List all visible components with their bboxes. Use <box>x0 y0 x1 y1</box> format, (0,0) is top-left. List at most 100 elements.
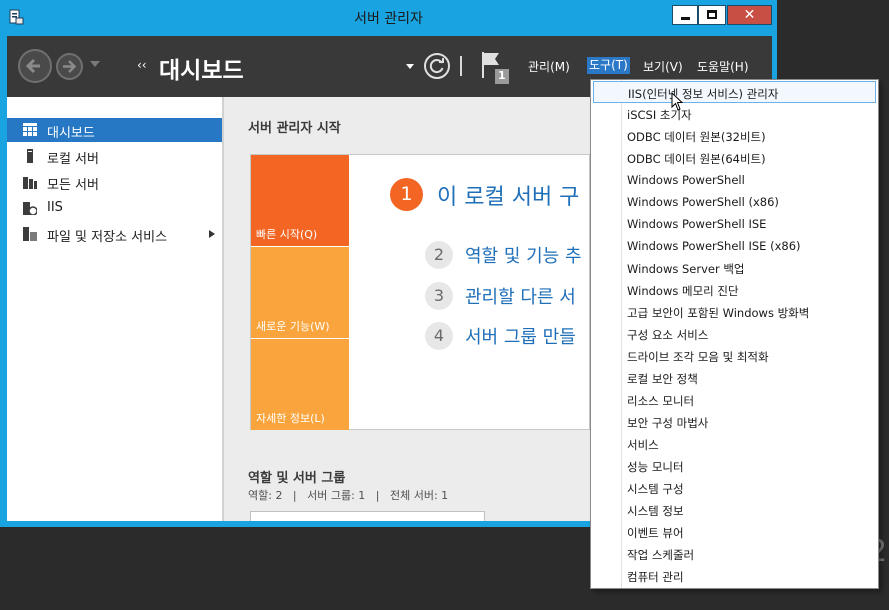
menu-item-label: 성능 모니터 <box>627 460 684 474</box>
tools-menu-item[interactable]: iSCSI 초기자 <box>593 103 876 125</box>
sidebar-item-local-server[interactable]: 로컬 서버 <box>7 144 222 168</box>
roles-groups-counts: 역할: 2 | 서버 그룹: 1 | 전체 서버: 1 <box>248 489 449 502</box>
sidebar-item-file-storage[interactable]: 파일 및 저장소 서비스 <box>7 222 222 246</box>
sidebar-item-iis[interactable]: IIS <box>7 196 222 220</box>
tools-menu-item[interactable]: 고급 보안이 포함된 Windows 방화벽 <box>593 301 876 323</box>
menu-item-label: 구성 요소 서비스 <box>627 328 709 342</box>
step-link-add-servers[interactable]: 관리할 다른 서 <box>465 283 576 309</box>
step-number-badge: 2 <box>425 241 453 269</box>
forward-button[interactable] <box>56 53 83 80</box>
minimize-button[interactable] <box>672 5 698 25</box>
tools-menu-item[interactable]: 이벤트 뷰어 <box>593 521 876 543</box>
tools-menu-item[interactable]: Windows PowerShell <box>593 169 876 191</box>
menu-item-label: 서비스 <box>627 438 659 452</box>
tools-menu-item[interactable]: 로컬 보안 정책 <box>593 367 876 389</box>
menu-item-label: 고급 보안이 포함된 Windows 방화벽 <box>627 306 810 320</box>
tools-menu-item[interactable]: ODBC 데이터 원본(64비트) <box>593 147 876 169</box>
menu-manage[interactable]: 관리(M) <box>528 58 570 75</box>
menu-item-label: ODBC 데이터 원본(64비트) <box>627 152 766 166</box>
sidebar-item-label: 파일 및 저장소 서비스 <box>47 230 168 245</box>
welcome-section-title: 서버 관리자 시작 <box>248 121 341 136</box>
tools-menu-item[interactable]: Windows PowerShell ISE (x86) <box>593 235 876 257</box>
menu-item-label: 드라이브 조각 모음 및 최적화 <box>627 350 769 364</box>
tools-menu-item[interactable]: 리소스 모니터 <box>593 389 876 411</box>
step-number-badge: 1 <box>390 178 423 211</box>
sidebar-item-label: 대시보드 <box>47 126 95 141</box>
tools-menu-item[interactable]: Windows 메모리 진단 <box>593 279 876 301</box>
tile-label: 새로운 기능(W) <box>256 320 330 333</box>
tools-menu-item[interactable]: 컴퓨터 관리 <box>593 565 876 587</box>
window-title: 서버 관리자 <box>354 11 423 27</box>
menu-item-label: Windows PowerShell ISE <box>627 217 767 231</box>
page-title: 대시보드 <box>159 58 244 84</box>
menu-item-label: 리소스 모니터 <box>627 394 695 408</box>
tile-label: 자세한 정보(L) <box>256 412 325 425</box>
mouse-cursor-icon <box>671 92 684 111</box>
tools-menu-item[interactable]: 작업 스케줄러 <box>593 543 876 565</box>
menu-item-label: 시스템 정보 <box>627 504 684 518</box>
tools-menu-item[interactable]: 시스템 구성 <box>593 477 876 499</box>
tools-menu-item[interactable]: 구성 요소 서비스 <box>593 323 876 345</box>
tile-label: 빠른 시작(Q) <box>256 228 318 241</box>
tools-menu-item[interactable]: 드라이브 조각 모음 및 최적화 <box>593 345 876 367</box>
expand-arrow-icon[interactable] <box>209 230 215 238</box>
all-servers-icon <box>23 177 37 189</box>
role-card[interactable] <box>250 511 485 521</box>
menu-item-label: ODBC 데이터 원본(32비트) <box>627 130 766 144</box>
quick-start-panel: 빠른 시작(Q) 새로운 기능(W) 자세한 정보(L) 1 이 로컬 서버 구… <box>250 154 590 430</box>
maximize-icon <box>707 10 717 19</box>
file-storage-icon <box>23 227 37 241</box>
forward-arrow-icon <box>63 60 77 73</box>
menu-item-label: 이벤트 뷰어 <box>627 526 684 540</box>
refresh-icon <box>429 58 444 74</box>
back-arrow-icon <box>25 58 40 74</box>
menu-tools[interactable]: 도구(T) <box>587 57 630 74</box>
menu-item-label: 시스템 구성 <box>627 482 684 496</box>
tools-menu-item[interactable]: 시스템 정보 <box>593 499 876 521</box>
menu-item-label: IIS(인터넷 정보 서비스) 관리자 <box>628 87 779 101</box>
sidebar-item-label: IIS <box>47 200 63 215</box>
tools-menu-item[interactable]: ODBC 데이터 원본(32비트) <box>593 125 876 147</box>
flag-icon <box>482 52 509 84</box>
step-number-badge: 3 <box>425 282 453 310</box>
close-icon: ✕ <box>743 7 756 23</box>
menu-view[interactable]: 보기(V) <box>643 58 683 75</box>
breadcrumb-dropdown-icon[interactable] <box>406 64 414 69</box>
sidebar: 대시보드 로컬 서버 모든 서버 IIS 파일 및 저장소 서비스 <box>7 97 222 521</box>
menu-item-label: Windows PowerShell (x86) <box>627 195 779 209</box>
tile-whats-new[interactable]: 새로운 기능(W) <box>251 247 349 338</box>
menu-item-label: Windows PowerShell <box>627 173 745 187</box>
back-button[interactable] <box>18 49 52 83</box>
notifications-button[interactable]: 1 <box>479 49 513 85</box>
menu-help[interactable]: 도움말(H) <box>697 58 749 75</box>
tile-learn-more[interactable]: 자세한 정보(L) <box>251 339 349 430</box>
roles-groups-title: 역할 및 서버 그룹 <box>248 471 346 486</box>
close-button[interactable]: ✕ <box>727 5 772 25</box>
refresh-button[interactable] <box>424 53 450 79</box>
tools-menu-item[interactable]: Windows Server 백업 <box>593 257 876 279</box>
notification-count-badge: 1 <box>498 69 506 82</box>
tools-menu-item[interactable]: Windows PowerShell (x86) <box>593 191 876 213</box>
tile-quick-start[interactable]: 빠른 시작(Q) <box>251 155 349 246</box>
menu-item-label: 보안 구성 마법사 <box>627 416 709 430</box>
menu-item-label: Windows PowerShell ISE (x86) <box>627 239 801 253</box>
history-dropdown-icon[interactable] <box>90 61 100 67</box>
sidebar-item-all-servers[interactable]: 모든 서버 <box>7 170 222 194</box>
tools-menu-dropdown: IIS(인터넷 정보 서비스) 관리자 iSCSI 초기자 ODBC 데이터 원… <box>590 79 879 589</box>
tools-menu-item[interactable]: 성능 모니터 <box>593 455 876 477</box>
tools-menu-item[interactable]: 보안 구성 마법사 <box>593 411 876 433</box>
sidebar-item-dashboard[interactable]: 대시보드 <box>7 118 222 142</box>
local-server-icon <box>27 149 33 163</box>
tools-menu-item[interactable]: 서비스 <box>593 433 876 455</box>
step-link-configure-local-server[interactable]: 이 로컬 서버 구 <box>437 179 579 211</box>
menu-item-label: 로컬 보안 정책 <box>627 372 698 386</box>
maximize-button[interactable] <box>698 5 726 25</box>
menu-item-label: 컴퓨터 관리 <box>627 570 684 584</box>
step-link-add-roles[interactable]: 역할 및 기능 추 <box>465 242 582 268</box>
menu-item-label: 작업 스케줄러 <box>627 548 695 562</box>
step-number-badge: 4 <box>425 322 453 350</box>
step-link-create-server-group[interactable]: 서버 그룹 만들 <box>465 323 576 349</box>
tools-menu-item[interactable]: IIS(인터넷 정보 서비스) 관리자 <box>593 81 876 103</box>
title-bar[interactable]: 서버 관리자 ✕ <box>0 0 777 34</box>
tools-menu-item[interactable]: Windows PowerShell ISE <box>593 213 876 235</box>
